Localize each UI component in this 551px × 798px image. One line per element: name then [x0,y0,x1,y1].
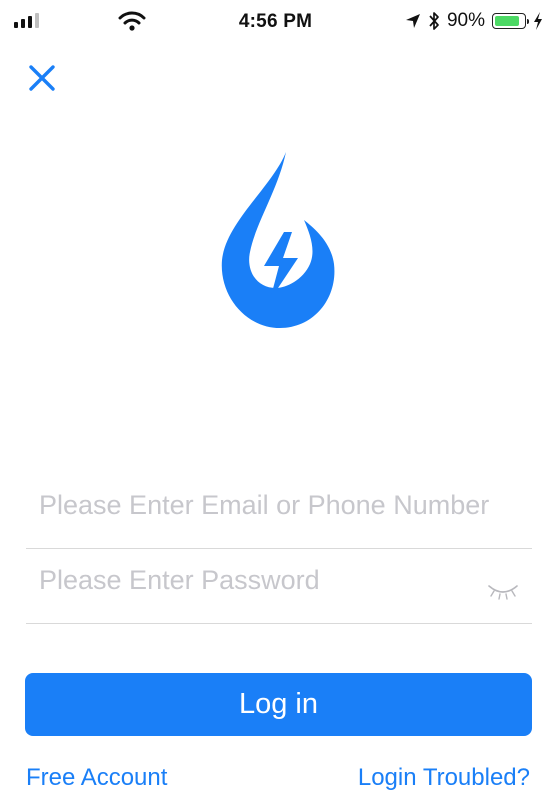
email-field-container [26,490,532,534]
water-drop-bolt-logo [221,152,335,328]
login-button-label: Log in [238,688,318,720]
login-button[interactable]: Log in [25,673,532,736]
close-icon[interactable] [24,60,60,96]
login-troubled-link[interactable]: Login Troubled? [358,764,530,792]
email-field[interactable] [26,490,532,521]
eye-closed-icon[interactable] [485,580,521,602]
charging-bolt-icon [534,12,542,30]
free-account-link[interactable]: Free Account [26,764,167,792]
password-field-container [26,565,532,609]
battery-icon [492,13,529,29]
bluetooth-icon [429,12,439,30]
battery-percent: 90% [446,10,485,31]
email-divider [26,548,532,549]
password-field[interactable] [26,565,532,596]
location-arrow-icon [405,14,420,28]
password-divider [26,623,532,624]
status-bar: 4:56 PM 90% [0,0,551,44]
